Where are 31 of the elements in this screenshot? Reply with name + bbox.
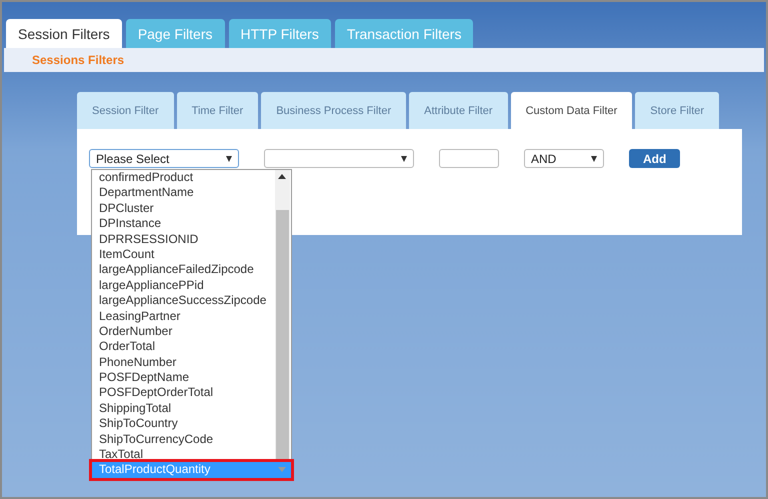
dropdown-option[interactable]: ItemCount <box>92 246 268 262</box>
dropdown-option[interactable]: largeApplianceSuccessZipcode <box>92 293 268 309</box>
dropdown-option[interactable]: DepartmentName <box>92 185 268 201</box>
section-title: Sessions Filters <box>32 53 124 67</box>
dropdown-option[interactable]: DPCluster <box>92 200 268 216</box>
caret-icon <box>226 156 232 162</box>
scrollbar[interactable] <box>275 170 290 462</box>
filter-tab[interactable]: Session Filters <box>6 19 122 48</box>
add-button[interactable]: Add <box>629 149 680 168</box>
value-input-field[interactable] <box>439 149 499 168</box>
dropdown-option[interactable]: DPRRSESSIONID <box>92 232 268 247</box>
dropdown-option[interactable]: ShipToCurrencyCode <box>92 432 268 448</box>
filter-tab[interactable]: Custom Data Filter <box>510 92 632 129</box>
field-select[interactable]: Please Select <box>89 149 239 168</box>
dropdown-option[interactable]: largeAppliancePPid <box>92 278 268 294</box>
dropdown-option[interactable]: ShippingTotal <box>92 400 268 416</box>
dropdown-option[interactable]: TaxTotal <box>92 447 268 462</box>
dropdown-option[interactable]: PhoneNumber <box>92 354 268 370</box>
dropdown-option[interactable]: OrderNumber <box>92 324 268 340</box>
dropdown-option[interactable]: ShipToCountry <box>92 416 268 432</box>
dropdown-option[interactable]: POSFDeptOrderTotal <box>92 385 268 401</box>
caret-icon <box>401 156 407 162</box>
caret-icon <box>591 156 597 162</box>
dropdown-option[interactable]: POSFDeptName <box>92 370 268 386</box>
dropdown-option[interactable]: largeApplianceFailedZipcode <box>92 262 268 278</box>
dropdown-option[interactable]: OrderTotal <box>92 339 268 355</box>
operator-select[interactable] <box>264 149 414 168</box>
dropdown-option[interactable]: DPInstance <box>92 216 268 232</box>
dropdown-option[interactable]: LeasingPartner <box>92 308 268 324</box>
logic-select[interactable]: AND <box>524 149 604 168</box>
dropdown-option[interactable]: confirmedProduct <box>92 170 268 186</box>
